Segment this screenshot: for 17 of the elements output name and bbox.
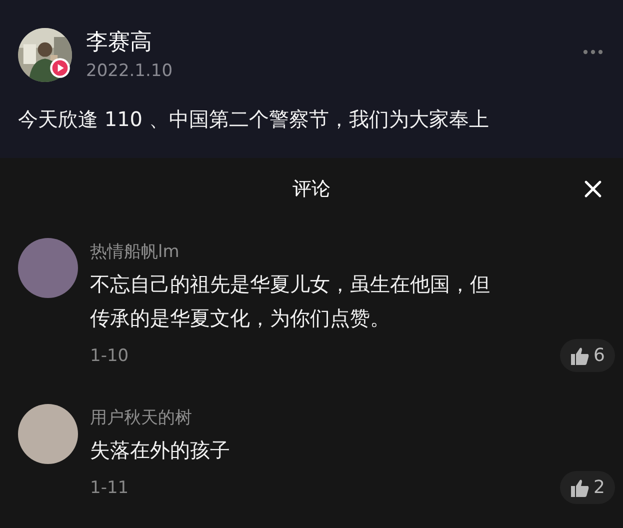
- more-icon[interactable]: [583, 49, 603, 55]
- live-badge-icon: [49, 57, 71, 79]
- username[interactable]: 热情船帆lm: [90, 240, 615, 263]
- post-date: 2022.1.10: [86, 61, 174, 81]
- comment-text: 不忘自己的祖先是华夏儿女，虽生在他国，但传承的是华夏文化，为你们点赞。: [90, 271, 491, 332]
- thumbs-up-icon: [570, 346, 590, 366]
- post-text: 今天欣逢 110 、中国第二个警察节，我们为大家奉上: [18, 106, 490, 133]
- username[interactable]: 用户秋天的树: [90, 406, 615, 429]
- close-icon[interactable]: [583, 179, 603, 199]
- comment-text: 失落在外的孩子: [90, 437, 231, 464]
- thumbs-up-icon: [570, 478, 590, 498]
- author-name[interactable]: 李赛高: [86, 29, 583, 57]
- comment-date: 1-11: [90, 478, 129, 498]
- comment-date: 1-10: [90, 346, 129, 366]
- panel-title: 评论: [292, 177, 330, 202]
- like-button[interactable]: 6: [560, 339, 615, 372]
- like-button[interactable]: 2: [560, 471, 615, 504]
